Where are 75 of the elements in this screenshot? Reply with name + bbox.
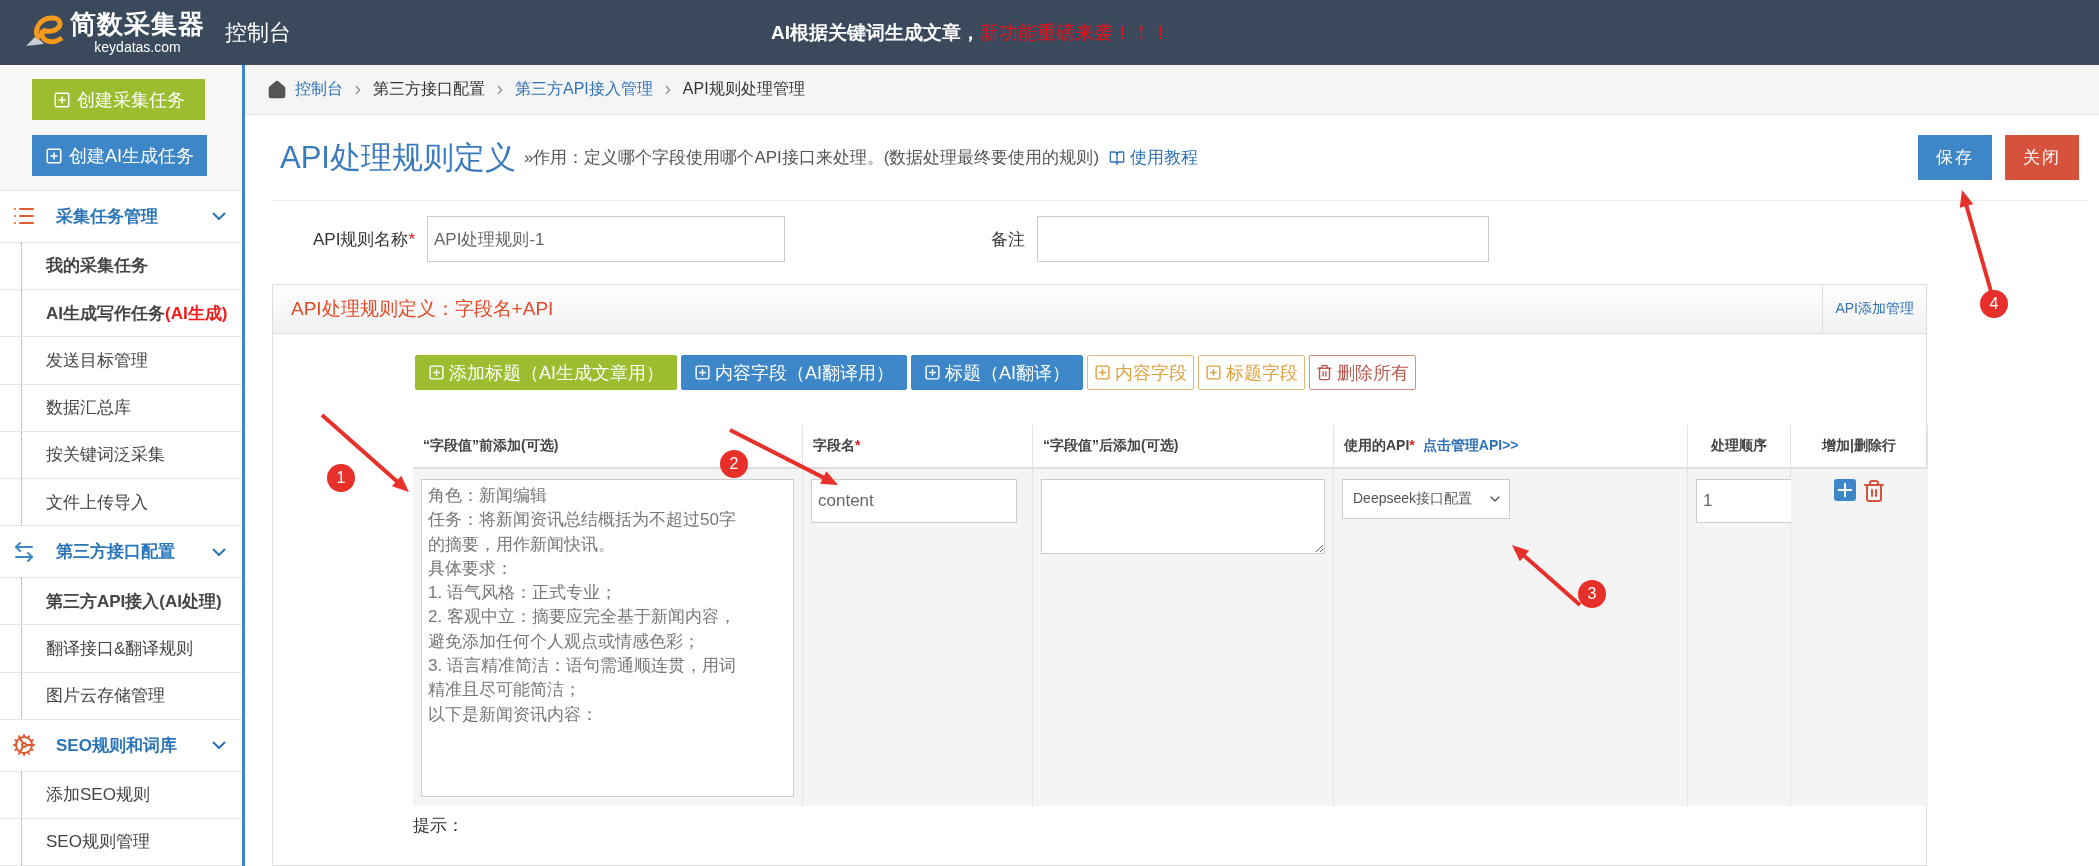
menu-section[interactable]: 第三方接口配置 [0,526,242,578]
field-label: API规则名称* [311,228,416,251]
sidebar-item[interactable]: 第三方API接入(AI处理) [0,578,242,626]
home-icon [267,79,287,100]
text-line: 3. 语言精准简洁：语句需通顺连贯，用词 [428,655,736,678]
breadcrumb-text: API规则处理管理 [682,79,805,99]
page-title: API处理规则定义 [280,138,516,177]
plus-square-icon [924,364,942,381]
order-input[interactable]: 1 [1696,479,1794,523]
step-number: 1 [327,464,355,492]
delete-row-icon[interactable] [1861,479,1886,503]
sidebar-item[interactable]: 图片云存储管理 [0,672,242,720]
annotation-arrow [1512,545,1582,607]
logo-domain: keydatas.com [94,40,181,54]
api-manage-link[interactable]: API添加管理 [1822,285,1926,333]
breadcrumb-link[interactable]: 第三方API接入管理 [515,79,653,100]
prefix-textarea[interactable]: 角色：新闻编辑 任务：将新闻资讯总结概括为不超过50字 的摘要，用作新闻快讯。 具体要求： 1. 语气风格：正式专业； 2. 客观中立：摘要应完全基于新闻内容， 避免添加任何个人观点或情感色彩； 3. 语言精准简洁：语句需通顺连贯，用词 精准且尽可能简洁； 以下是新闻资讯内容： [421,479,794,797]
logo-title: 简数采集器 [70,11,205,37]
sidebar-item[interactable]: 文件上传导入 [0,479,242,527]
text-line: 以下是新闻资讯内容： [428,703,598,726]
text-line: 任务：将新闻资讯总结概括为不超过50字 [428,509,736,532]
toolbar-button[interactable]: 标题（AI翻译） [911,355,1084,390]
sidebar-item[interactable]: 添加SEO规则 [0,771,242,819]
api-select[interactable]: Deepseek接口配置 [1342,479,1510,519]
toolbar-button[interactable]: 删除所有 [1309,355,1417,390]
trash-icon [1316,364,1334,381]
text-line: 具体要求： [428,557,513,580]
chevron-icon [212,741,226,750]
toolbar-button[interactable]: 内容字段（AI翻译用） [681,355,908,390]
announcement: AI根据关键词生成文章， [771,20,980,45]
text-line: 精准且尽可能简洁； [428,679,581,702]
save-button[interactable]: 保存 [1918,135,1992,180]
field-name-input[interactable]: content [811,479,1017,523]
gear-icon [12,733,36,758]
add-row-icon[interactable] [1833,479,1856,501]
console-title: 控制台 [225,18,291,47]
sidebar-item[interactable]: 翻译接口&翻译规则 [0,625,242,673]
sidebar-item[interactable]: 按关键词泛采集 [0,431,242,480]
sidebar-item[interactable]: 我的采集任务 [0,242,242,290]
panel-title: API处理规则定义：字段名+API [290,297,555,321]
plus-square-icon [428,364,445,381]
sidebar-item[interactable]: SEO规则管理 [0,818,242,866]
page-subtitle: »作用：定义哪个字段使用哪个API接口来处理。(数据处理最终要使用的规则) [523,147,1100,169]
text-field[interactable]: API处理规则-1 [427,216,785,262]
hint-label: 提示： [413,815,465,837]
menu-section[interactable]: SEO规则和词库 [0,719,242,772]
chevron-icon [212,547,226,556]
sidebar-item[interactable]: 发送目标管理 [0,337,242,385]
field-label: 备注 [990,228,1026,251]
manage-api-link[interactable]: 点击管理API>> [1422,437,1519,455]
plus-square-icon [1094,364,1112,381]
text-line: 1. 语气风格：正式专业； [428,582,617,605]
create-task-button[interactable]: 创建AI生成任务 [32,135,207,176]
announcement-highlight: 新功能重磅来袭！！！ [980,20,1170,45]
plus-square-icon [45,146,63,165]
book-icon [1109,149,1126,166]
plus-square-icon [694,364,711,381]
close-button[interactable]: 关闭 [2005,135,2079,180]
text-line: 避免添加任何个人观点或情感色彩； [428,630,700,653]
text-line: 2. 客观中立：摘要应完全基于新闻内容， [428,606,736,629]
breadcrumb-text: 第三方接口配置 [373,79,485,99]
text-field[interactable] [1037,216,1489,262]
chevron-icon [212,212,226,221]
sidebar-item[interactable]: AI生成写作任务(AI生成) [0,289,242,338]
plus-square-icon [1205,364,1223,381]
step-number: 4 [1980,290,2008,318]
plus-square-icon [52,90,71,109]
breadcrumb-link[interactable]: 控制台 [295,79,343,100]
tutorial-link[interactable]: 使用教程 [1109,146,1199,169]
step-number: 2 [720,450,748,478]
sidebar-item[interactable]: 数据汇总库 [0,384,242,432]
text-line: 角色：新闻编辑 [428,485,547,507]
arrows-icon [12,539,36,564]
menu-section[interactable]: 采集任务管理 [0,191,242,243]
text-line: 的摘要，用作新闻快讯。 [428,533,615,556]
